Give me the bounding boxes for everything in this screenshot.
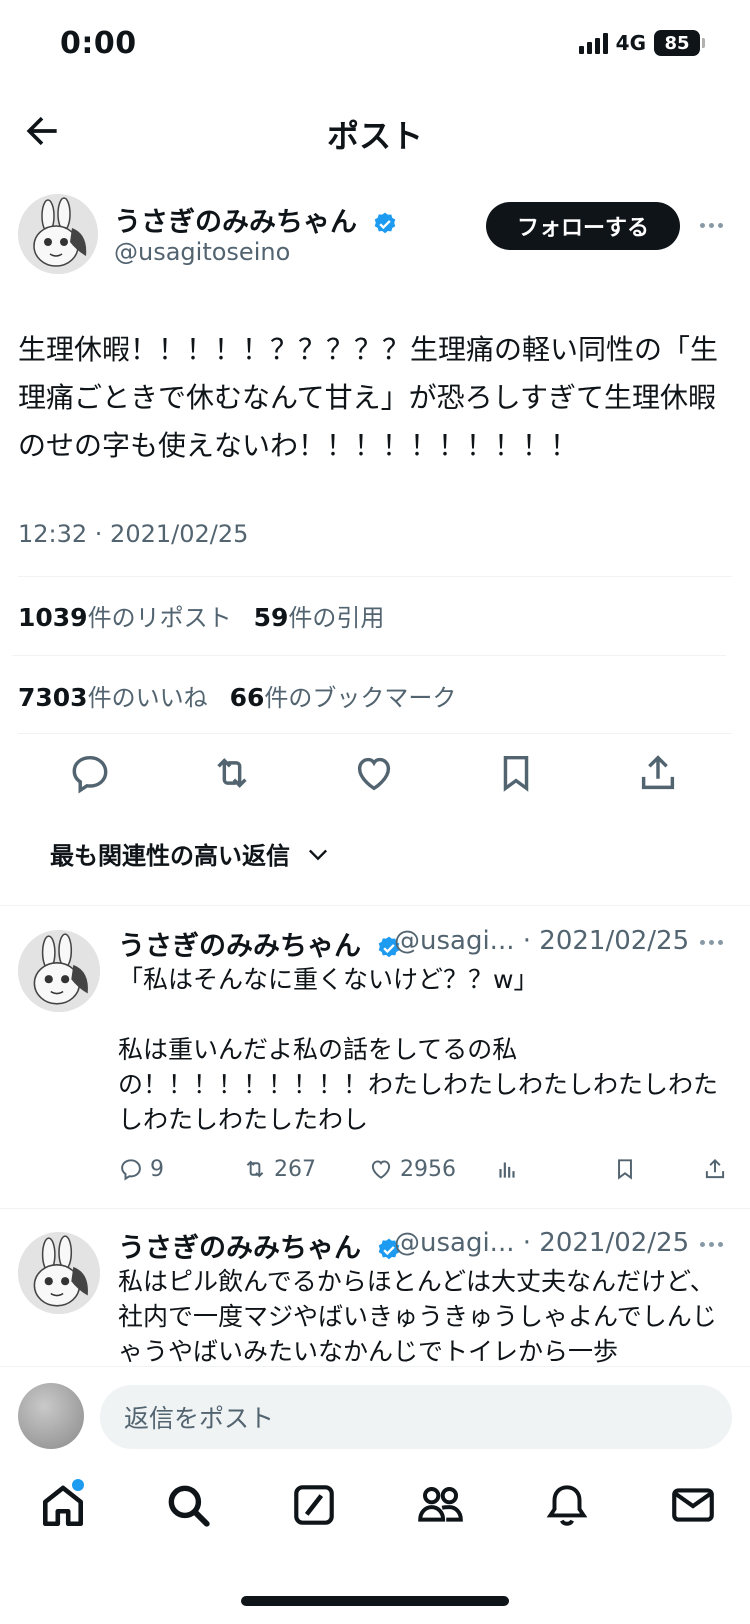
bookmarks-label: 件のブックマーク [264,684,457,712]
verified-badge-icon [375,212,396,233]
reply-repost-count: 267 [274,1156,316,1182]
post-text: 生理休暇！！！！！？？？？？生理痛の軽い同性の「生理痛ごときで休むなんて甘え」が… [18,333,719,462]
likes-stat[interactable]: 7303件のいいね [18,683,208,712]
reply-like-button[interactable]: 2956 [368,1156,456,1182]
reply-avatar[interactable] [18,930,100,1012]
rabbit-avatar-image [18,930,100,1012]
quotes-label: 件の引用 [288,604,385,632]
reply-bookmark-button[interactable] [612,1156,638,1182]
reply-meta: @usagi... · 2021/02/25 [394,1228,690,1258]
likes-count: 7303 [18,683,88,712]
tab-notifications[interactable] [542,1480,592,1530]
quotes-stat[interactable]: 59件の引用 [253,603,385,632]
rabbit-avatar-image [18,194,98,274]
divider [0,1208,750,1209]
more-options-icon[interactable] [700,223,723,228]
bookmark-icon [503,755,529,792]
like-button[interactable] [351,750,397,796]
rabbit-avatar-image [18,1232,100,1314]
post-action-bar [0,750,750,800]
author-handle[interactable]: @usagitoseino [114,238,290,266]
header: ポスト [0,95,750,167]
share-icon [641,755,675,790]
battery-level: 85 [664,32,690,54]
divider [12,655,726,656]
reply-more-options-icon[interactable] [700,940,723,945]
home-indicator [241,1596,509,1606]
bookmarks-count: 66 [229,683,265,712]
page-title: ポスト [326,117,423,155]
repost-icon [246,1160,264,1178]
tab-messages[interactable] [668,1480,718,1530]
reply-icon [121,1159,141,1181]
quotes-count: 59 [253,603,289,632]
post-timestamp[interactable]: 12:32 · 2021/02/25 [18,520,248,548]
bookmark-button[interactable] [493,750,539,796]
follow-button[interactable]: フォローする [486,202,680,250]
reposts-count: 1039 [18,603,88,632]
signal-icon [578,32,608,54]
reply-more-options-icon[interactable] [700,1242,723,1247]
bookmark-icon [618,1159,632,1180]
my-avatar[interactable] [18,1383,84,1449]
tab-search[interactable] [163,1480,213,1530]
reply-reply-count: 9 [150,1156,164,1182]
reply-like-count: 2956 [400,1156,456,1182]
reply-icon [72,755,108,794]
reply-meta: @usagi... · 2021/02/25 [394,926,690,956]
status-indicators: 4G 85 [578,30,705,56]
reply-action-bar: 9 267 2956 [118,1156,730,1190]
notifications-icon [546,1485,588,1526]
share-icon [705,1158,725,1179]
likes-label: 件のいいね [87,684,208,712]
messages-icon [672,1488,714,1522]
heart-icon [371,1160,391,1179]
author-name[interactable]: うさぎのみみちゃん [114,200,398,239]
bookmarks-stat[interactable]: 66件のブックマーク [229,683,457,712]
reposts-stat[interactable]: 1039件のリポスト [18,603,232,632]
reply-author-name-text: うさぎのみみちゃん [118,1233,361,1264]
stats-likes-bookmarks: 7303件のいいね 66件のブックマーク [18,678,456,713]
repost-button[interactable] [209,750,255,796]
status-time: 0:00 [60,26,137,61]
views-chart-icon [499,1162,515,1178]
author-name-text: うさぎのみみちゃん [114,207,357,238]
tab-communities[interactable] [415,1480,465,1530]
reply-composer: 返信をポスト [0,1366,750,1466]
reply-avatar[interactable] [18,1232,100,1314]
reply-input[interactable]: 返信をポスト [100,1385,732,1449]
network-type: 4G [615,31,646,55]
reply-author-name[interactable]: うさぎのみみちゃん [118,924,402,963]
status-bar: 0:00 4G 85 [0,0,750,90]
divider [18,576,732,577]
heart-icon [357,757,391,791]
tab-home[interactable] [38,1480,88,1530]
reply-button[interactable] [67,750,113,796]
battery-icon: 85 [654,30,705,56]
tab-grok[interactable] [289,1480,339,1530]
communities-icon [418,1486,463,1522]
author-avatar[interactable] [18,194,98,274]
home-icon [43,1485,84,1527]
reposts-label: 件のリポスト [87,604,232,632]
grok-icon [294,1485,334,1525]
divider [0,905,750,906]
bottom-tab-bar [0,1480,750,1550]
search-icon [168,1485,210,1527]
reply-share-button[interactable] [702,1156,728,1182]
reply-reply-button[interactable]: 9 [118,1156,164,1182]
repost-icon [217,758,247,788]
share-button[interactable] [635,750,681,796]
reply-views-button[interactable] [494,1156,520,1182]
chevron-down-icon [309,849,327,860]
reply-author-name-text: うさぎのみみちゃん [118,931,361,962]
reply-repost-button[interactable]: 267 [242,1156,316,1182]
reply-text: 私はピル飲んでるからほとんどは大丈夫なんだけど、社内で一度マジやばいきゅうきゅう… [118,1267,717,1366]
stats-reposts-quotes: 1039件のリポスト 59件の引用 [18,598,384,633]
reply-author-name[interactable]: うさぎのみみちゃん [118,1226,402,1265]
replies-sort-dropdown[interactable]: 最も関連性の高い返信 [50,836,332,871]
divider [18,733,732,734]
replies-sort-label: 最も関連性の高い返信 [50,842,290,870]
reply-text: 「私はそんなに重くないけど？？w」 私は重いんだよ私の話をしてるの私の！！！！！… [118,965,719,1134]
